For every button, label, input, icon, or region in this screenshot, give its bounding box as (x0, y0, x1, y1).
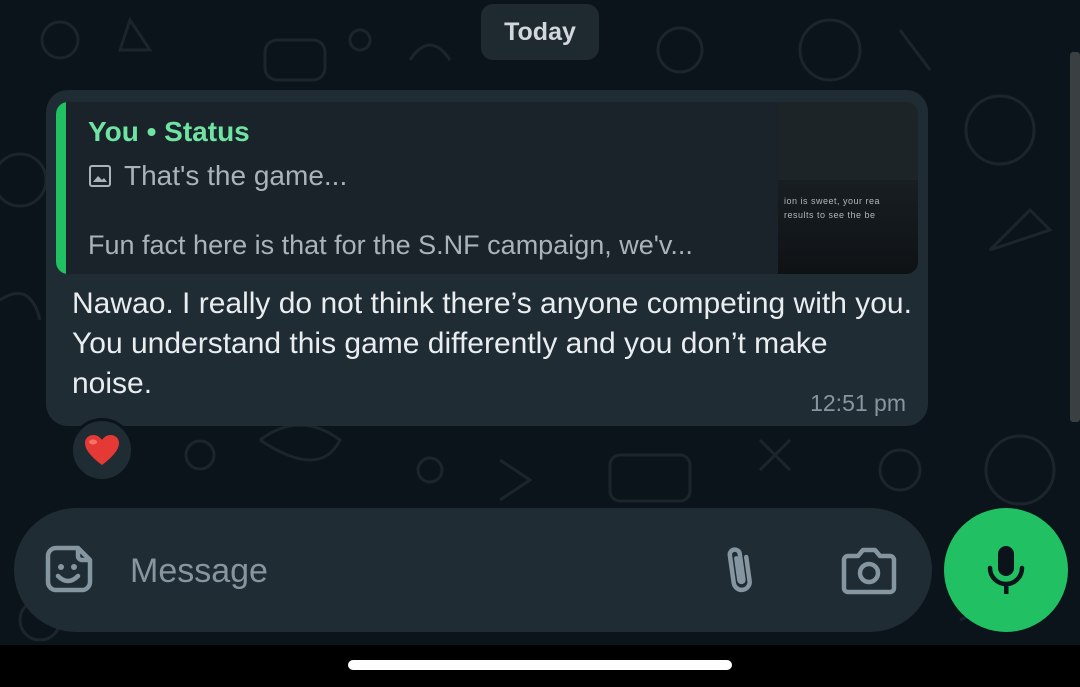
scrollbar[interactable] (1070, 52, 1080, 422)
quote-accent-bar (56, 102, 66, 274)
quote-media-label: That's the game... (124, 160, 348, 191)
image-icon (89, 165, 111, 187)
thumbnail-text: results to see the be (784, 210, 876, 220)
status-thumbnail: ion is sweet, your rea results to see th… (778, 102, 918, 274)
message-timestamp: 12:51 pm (810, 390, 906, 416)
heart-icon (85, 435, 119, 465)
camera-icon[interactable] (840, 546, 898, 596)
date-divider: Today (481, 4, 599, 60)
quote-media-line: That's the game... (88, 160, 347, 192)
voice-message-button[interactable] (944, 508, 1068, 632)
message-bubble[interactable]: You • Status That's the game... Fun fact… (46, 90, 928, 426)
message-input[interactable] (128, 546, 692, 596)
sticker-icon[interactable] (40, 542, 96, 598)
system-nav-bar (0, 645, 1080, 687)
paperclip-icon[interactable] (714, 540, 766, 600)
home-indicator[interactable] (348, 660, 732, 670)
quote-author: You • Status (88, 116, 250, 147)
thumbnail-text: ion is sweet, your rea (784, 196, 881, 206)
mic-icon (987, 546, 1025, 594)
message-text: Nawao. I really do not think there’s any… (72, 287, 912, 400)
quoted-status-reply[interactable]: You • Status That's the game... Fun fact… (56, 102, 918, 274)
message-composer (14, 508, 932, 632)
reaction-badge[interactable] (70, 418, 134, 482)
quote-excerpt: Fun fact here is that for the S.NF campa… (88, 230, 693, 260)
